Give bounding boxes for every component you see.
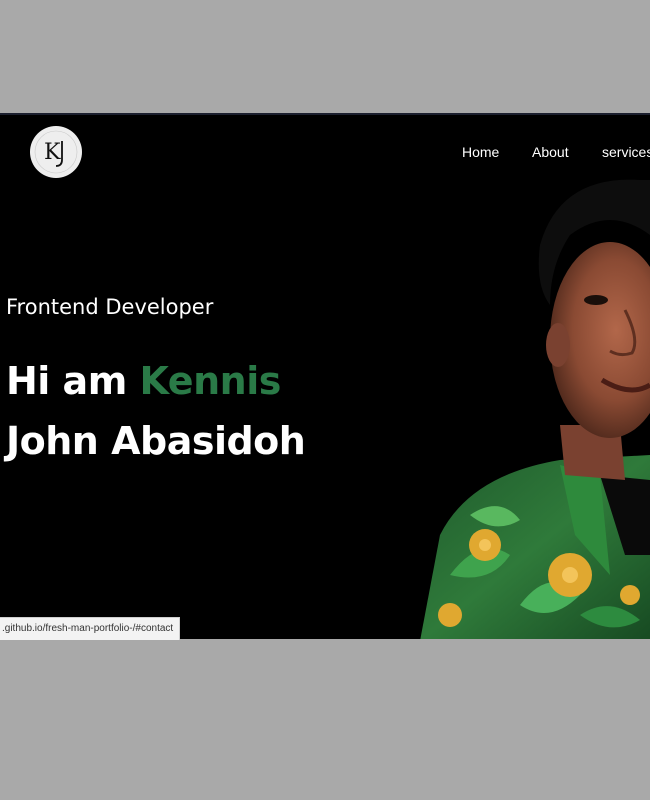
kj-monogram-icon: K <box>34 130 78 174</box>
nav-services-link[interactable]: services <box>602 144 650 160</box>
svg-text:K: K <box>44 140 61 165</box>
site-logo[interactable]: K <box>30 126 82 178</box>
profile-portrait-image <box>420 179 650 639</box>
hero-heading: Hi am Kennis John Abasidoh <box>6 351 306 471</box>
hero-last-line: John Abasidoh <box>6 419 306 463</box>
hero-subtitle: Frontend Developer <box>6 295 214 319</box>
portfolio-hero-section: K Home About services Frontend Developer… <box>0 113 650 639</box>
hero-greeting: Hi am <box>6 359 140 403</box>
hero-first-name: Kennis <box>139 359 282 403</box>
browser-status-url: .github.io/fresh-man-portfolio-/#contact <box>0 617 181 640</box>
nav-home-link[interactable]: Home <box>462 144 499 160</box>
nav-about-link[interactable]: About <box>532 144 569 160</box>
